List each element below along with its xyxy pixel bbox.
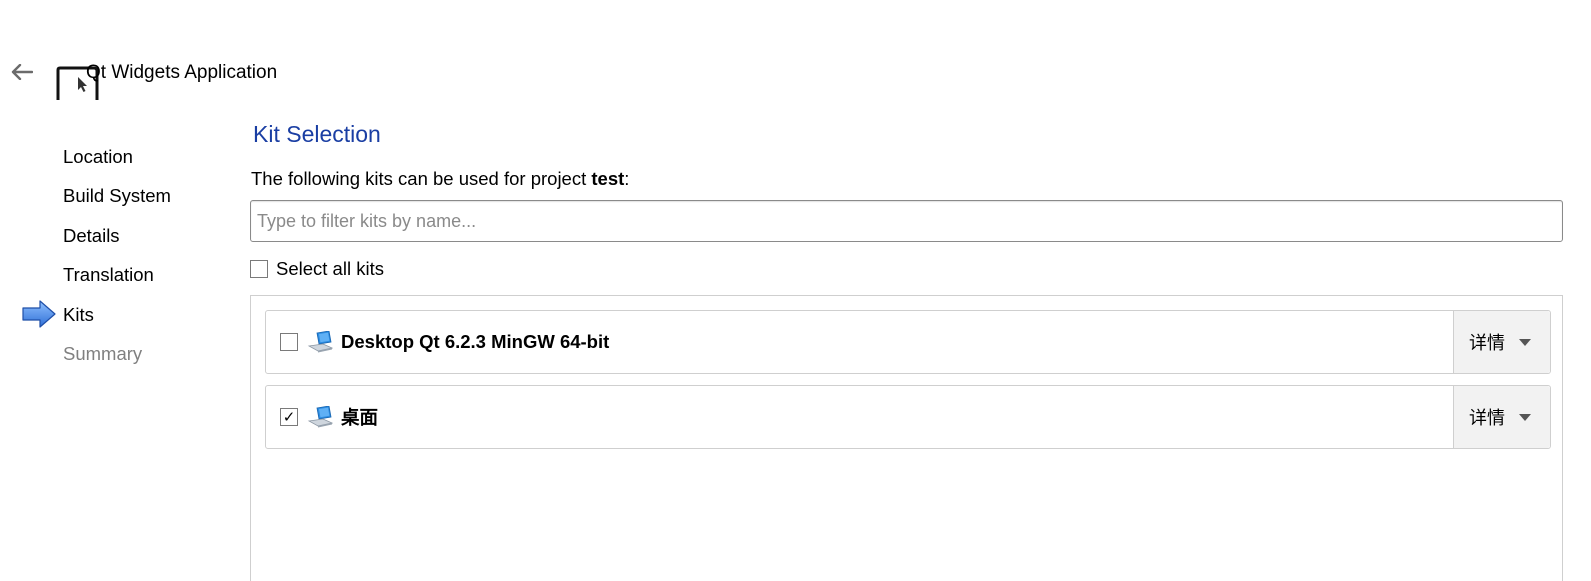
arrow-left-icon bbox=[11, 64, 33, 80]
step-summary: Summary bbox=[63, 343, 143, 364]
select-all-checkbox-box[interactable] bbox=[250, 260, 268, 278]
kit-details-dropdown[interactable]: 详情 bbox=[1453, 386, 1550, 448]
kit-checkbox[interactable]: ✓ bbox=[280, 408, 298, 426]
kit-name: Desktop Qt 6.2.3 MinGW 64-bit bbox=[341, 331, 610, 352]
description-suffix: : bbox=[624, 168, 630, 189]
page-title: Kit Selection bbox=[253, 121, 381, 147]
step-build-system: Build System bbox=[63, 185, 171, 206]
kit-filter-input[interactable] bbox=[250, 200, 1563, 242]
project-name: test bbox=[591, 168, 625, 189]
desktop-computer-icon bbox=[307, 331, 333, 353]
kit-details-dropdown[interactable]: 详情 bbox=[1453, 311, 1550, 373]
step-translation: Translation bbox=[63, 264, 154, 285]
back-button[interactable] bbox=[8, 58, 36, 86]
window-title: Qt Widgets Application bbox=[86, 62, 278, 83]
kit-row-desktop: ✓ 桌面 详情 bbox=[265, 385, 1551, 449]
kit-row-desktop-qt-623-mingw: Desktop Qt 6.2.3 MinGW 64-bit 详情 bbox=[265, 310, 1551, 374]
desktop-computer-icon bbox=[307, 406, 333, 428]
arrow-right-icon bbox=[22, 300, 56, 328]
description-prefix: The following kits can be used for proje… bbox=[251, 168, 592, 189]
kit-selection-wizard-page: Qt Widgets Application Location Build Sy… bbox=[0, 0, 1591, 581]
select-all-kits-label: Select all kits bbox=[276, 258, 384, 279]
kit-name: 桌面 bbox=[341, 407, 379, 428]
chevron-down-icon bbox=[1519, 413, 1531, 421]
select-all-kits-checkbox[interactable]: Select all kits bbox=[250, 258, 384, 280]
details-label: 详情 bbox=[1469, 333, 1505, 354]
kits-description: The following kits can be used for proje… bbox=[251, 168, 629, 190]
step-kits: Kits bbox=[63, 304, 94, 325]
details-label: 详情 bbox=[1469, 408, 1505, 429]
kit-checkbox[interactable] bbox=[280, 333, 298, 351]
step-details: Details bbox=[63, 225, 120, 246]
kits-list-panel: Desktop Qt 6.2.3 MinGW 64-bit 详情 ✓ 桌面 详情 bbox=[250, 295, 1563, 581]
step-location: Location bbox=[63, 146, 133, 167]
chevron-down-icon bbox=[1519, 338, 1531, 346]
